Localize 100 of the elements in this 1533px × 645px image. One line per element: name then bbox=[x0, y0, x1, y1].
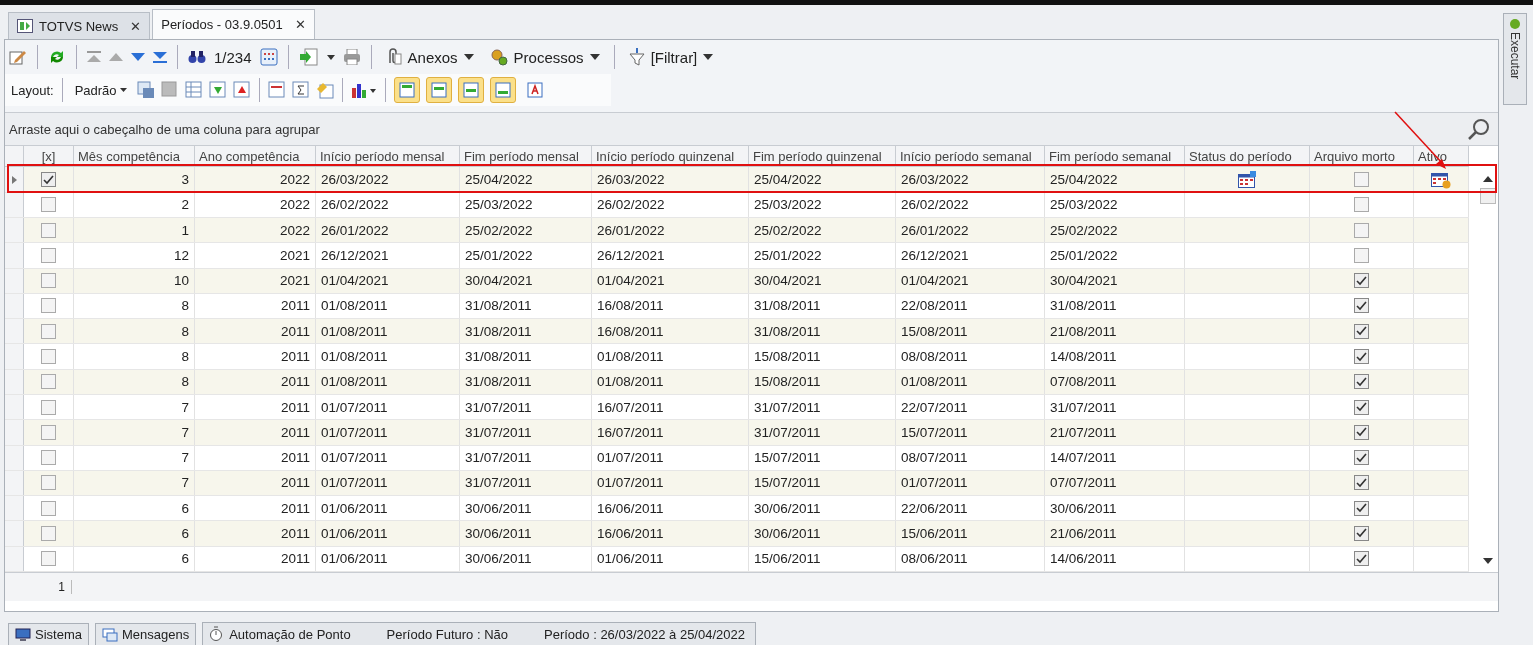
grid-icon[interactable] bbox=[259, 48, 278, 66]
table-cell: 14/06/2011 bbox=[1045, 546, 1185, 571]
view-toggle-button[interactable] bbox=[489, 77, 516, 103]
document-tab[interactable]: TOTVS News ✕ bbox=[8, 12, 151, 39]
processes-button[interactable]: Processos bbox=[485, 46, 604, 68]
table-cell: 31/08/2011 bbox=[460, 293, 592, 319]
table-cell: 01/07/2011 bbox=[592, 470, 749, 496]
attachments-button[interactable]: Anexos bbox=[381, 46, 478, 68]
binoculars-icon[interactable] bbox=[188, 50, 206, 64]
column-header[interactable]: Fim período semanal bbox=[1045, 146, 1185, 167]
checkbox[interactable] bbox=[41, 399, 56, 415]
down-arrow-icon[interactable] bbox=[131, 53, 145, 61]
table-cell: 16/08/2011 bbox=[592, 319, 749, 344]
close-icon[interactable]: ✕ bbox=[294, 17, 306, 32]
checkbox[interactable] bbox=[1354, 172, 1369, 188]
filter-button[interactable]: [Filtrar] bbox=[624, 46, 718, 68]
sum-icon[interactable] bbox=[291, 81, 310, 99]
checkbox[interactable] bbox=[1354, 247, 1369, 263]
close-icon[interactable]: ✕ bbox=[130, 18, 142, 34]
edit-icon[interactable] bbox=[9, 49, 27, 65]
document-tab[interactable]: Períodos - 03.9.0501 ✕ bbox=[152, 9, 315, 39]
checkbox[interactable] bbox=[41, 374, 56, 390]
checkbox[interactable] bbox=[1354, 222, 1369, 238]
layout-icon bbox=[398, 82, 415, 98]
view-toggle-button[interactable] bbox=[457, 77, 484, 103]
columns-icon[interactable] bbox=[267, 81, 286, 99]
checkbox[interactable] bbox=[41, 222, 56, 238]
table-cell: 15/06/2011 bbox=[896, 521, 1045, 546]
checkbox[interactable] bbox=[1354, 450, 1369, 466]
column-header[interactable]: Início período quinzenal bbox=[592, 146, 749, 167]
checkbox[interactable] bbox=[1354, 323, 1369, 339]
checkbox[interactable] bbox=[1354, 374, 1369, 390]
layout-dropdown[interactable]: Padrão bbox=[70, 80, 131, 100]
table-cell: 22/08/2011 bbox=[896, 293, 1045, 319]
column-header[interactable]: [x] bbox=[24, 146, 74, 167]
checkbox[interactable] bbox=[1354, 349, 1369, 364]
checkbox[interactable] bbox=[1354, 551, 1369, 567]
checkbox[interactable] bbox=[41, 197, 56, 213]
checkbox[interactable] bbox=[41, 424, 56, 440]
up-arrow-icon[interactable] bbox=[109, 53, 123, 61]
checkbox[interactable] bbox=[41, 247, 56, 263]
scroll-down-icon[interactable] bbox=[1482, 558, 1493, 564]
checkbox[interactable] bbox=[41, 172, 56, 188]
column-header[interactable]: Fim período quinzenal bbox=[749, 146, 896, 167]
printer-icon[interactable] bbox=[342, 49, 361, 65]
column-header[interactable]: Ano competência bbox=[195, 146, 316, 167]
execute-tab[interactable]: Executar bbox=[1503, 13, 1527, 105]
checkbox[interactable] bbox=[41, 450, 56, 466]
checkbox[interactable] bbox=[41, 500, 56, 516]
table-cell: 15/08/2011 bbox=[896, 319, 1045, 344]
column-header[interactable]: Início período mensal bbox=[316, 146, 460, 167]
refresh-icon[interactable] bbox=[48, 48, 66, 66]
checkbox[interactable] bbox=[1354, 475, 1369, 491]
column-header[interactable]: Início período semanal bbox=[896, 146, 1045, 167]
caret-icon[interactable] bbox=[326, 54, 335, 60]
table-cell: 31/07/2011 bbox=[1045, 394, 1185, 420]
column-header[interactable]: Mês competência bbox=[74, 146, 195, 167]
checkbox[interactable] bbox=[1354, 424, 1369, 440]
table-cell: 26/01/2022 bbox=[316, 217, 460, 243]
checkbox[interactable] bbox=[1354, 526, 1369, 541]
table-cell: 14/08/2011 bbox=[1045, 344, 1185, 369]
column-header[interactable]: Status do período bbox=[1185, 146, 1310, 167]
column-header[interactable]: Arquivo morto bbox=[1310, 146, 1414, 167]
table-cell: 30/06/2011 bbox=[460, 496, 592, 521]
checkbox[interactable] bbox=[41, 349, 56, 364]
first-record-icon[interactable] bbox=[87, 51, 101, 63]
row-indicator[interactable] bbox=[5, 167, 24, 192]
view-toggle-button[interactable] bbox=[425, 77, 452, 103]
checkbox[interactable] bbox=[1354, 197, 1369, 213]
bar-chart-icon[interactable] bbox=[350, 82, 377, 98]
last-record-icon[interactable] bbox=[153, 51, 167, 63]
checkbox[interactable] bbox=[41, 526, 56, 541]
table-cell: 01/06/2011 bbox=[316, 496, 460, 521]
view-toggle-button[interactable] bbox=[393, 77, 420, 103]
save-layout-icon[interactable] bbox=[136, 81, 155, 99]
checkbox[interactable] bbox=[1354, 500, 1369, 516]
export-icon[interactable] bbox=[298, 48, 319, 66]
system-button[interactable]: Sistema bbox=[8, 623, 89, 645]
checkbox[interactable] bbox=[41, 475, 56, 491]
column-header[interactable]: Fim período mensal bbox=[460, 146, 592, 167]
table-cell: 31/07/2011 bbox=[460, 445, 592, 470]
checkbox[interactable] bbox=[1354, 399, 1369, 415]
messages-button[interactable]: Mensagens bbox=[94, 623, 197, 645]
checkbox[interactable] bbox=[1354, 273, 1369, 289]
row-indicator[interactable] bbox=[5, 192, 24, 217]
upload-icon[interactable] bbox=[232, 81, 251, 99]
windows-icon bbox=[101, 627, 118, 642]
search-icon[interactable] bbox=[1468, 118, 1490, 140]
table-cell: 15/07/2011 bbox=[896, 420, 1045, 445]
checkbox[interactable] bbox=[1354, 298, 1369, 314]
checkbox[interactable] bbox=[41, 323, 56, 339]
checkbox[interactable] bbox=[41, 551, 56, 567]
table-cell: 25/02/2022 bbox=[749, 217, 896, 243]
checkbox[interactable] bbox=[41, 298, 56, 314]
download-icon[interactable] bbox=[208, 81, 227, 99]
table-cell: 26/02/2022 bbox=[896, 192, 1045, 217]
format-icon[interactable] bbox=[315, 81, 334, 99]
checkbox[interactable] bbox=[41, 273, 56, 289]
table-cell: 31/07/2011 bbox=[460, 420, 592, 445]
scroll-up-icon[interactable] bbox=[1482, 176, 1493, 182]
